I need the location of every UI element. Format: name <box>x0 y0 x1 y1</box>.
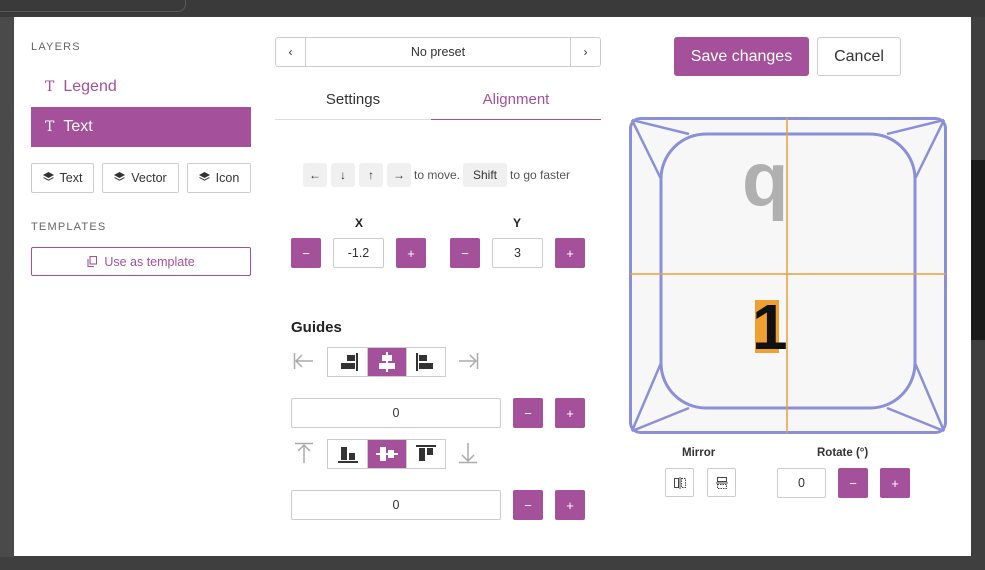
rotate-label: Rotate (°) <box>817 447 869 459</box>
vertical-guide-increment-button[interactable]: + <box>555 490 585 520</box>
align-bottom-edge-icon[interactable] <box>455 440 481 466</box>
preset-label[interactable]: No preset <box>306 38 570 66</box>
y-label: Y <box>513 216 522 230</box>
cancel-button[interactable]: Cancel <box>817 37 901 76</box>
rotate-increment-button[interactable]: + <box>880 468 910 498</box>
use-as-template-button[interactable]: Use as template <box>31 247 251 276</box>
x-decrement-button[interactable]: − <box>291 238 321 268</box>
move-hint-text: to move. <box>414 168 461 182</box>
vertical-guide-input[interactable]: 0 <box>291 490 501 520</box>
layers-icon <box>42 171 54 185</box>
add-vector-layer-button[interactable]: Vector <box>102 163 179 193</box>
align-left-edge-icon[interactable] <box>291 348 317 374</box>
rotate-input[interactable]: 0 <box>777 468 826 498</box>
templates-section-label: TEMPLATES <box>31 221 107 233</box>
arrow-down-key: ↓ <box>331 163 355 187</box>
add-icon-layer-button[interactable]: Icon <box>187 163 251 193</box>
keycap-main-legend: 1 <box>752 291 788 363</box>
y-decrement-button[interactable]: − <box>450 238 480 268</box>
horizontal-guide-decrement-button[interactable]: − <box>513 398 543 428</box>
layers-icon <box>198 171 210 185</box>
layer-editor-modal: LAYERS T Legend T Text Text Vector Icon … <box>14 17 971 556</box>
add-icon-layer-label: Icon <box>215 171 240 185</box>
shift-key: Shift <box>463 163 507 187</box>
add-text-layer-button[interactable]: Text <box>31 163 94 193</box>
rotate-decrement-button[interactable]: − <box>838 468 868 498</box>
layer-item-label: Text <box>63 118 93 135</box>
align-right-edge-icon[interactable] <box>455 348 481 374</box>
align-bottom-button[interactable] <box>328 440 367 468</box>
align-right-button[interactable] <box>328 348 367 376</box>
mirror-label: Mirror <box>682 447 716 459</box>
backdrop-right <box>971 160 985 340</box>
arrow-right-key: → <box>387 163 411 187</box>
layer-item-text[interactable]: T Text <box>31 107 251 147</box>
preset-selector: ‹ No preset › <box>275 37 601 67</box>
keycap-top-legend: q <box>742 137 789 222</box>
layers-icon <box>114 171 126 185</box>
flip-horizontal-icon <box>673 476 686 489</box>
preset-next-button[interactable]: › <box>570 38 600 66</box>
align-center-button[interactable] <box>367 348 406 376</box>
add-text-layer-label: Text <box>59 171 83 185</box>
use-as-template-label: Use as template <box>104 254 195 269</box>
arrow-up-key: ↑ <box>359 163 383 187</box>
layer-item-label: Legend <box>63 78 117 95</box>
align-top-edge-icon[interactable] <box>291 440 317 466</box>
mirror-vertical-button[interactable] <box>707 468 736 497</box>
x-increment-button[interactable]: + <box>396 238 426 268</box>
arrow-left-key: ← <box>303 163 327 187</box>
align-left-button[interactable] <box>406 348 445 376</box>
y-increment-button[interactable]: + <box>555 238 585 268</box>
preset-prev-button[interactable]: ‹ <box>276 38 306 66</box>
copy-icon <box>87 256 98 267</box>
backdrop-tab <box>0 0 186 12</box>
align-middle-button[interactable] <box>367 440 406 468</box>
horizontal-guide-increment-button[interactable]: + <box>555 398 585 428</box>
tab-alignment[interactable]: Alignment <box>431 79 601 120</box>
layer-item-legend[interactable]: T Legend <box>31 67 251 107</box>
vertical-align-group <box>327 439 446 469</box>
guides-title: Guides <box>291 319 342 336</box>
horizontal-guide-input[interactable]: 0 <box>291 398 501 428</box>
save-changes-button[interactable]: Save changes <box>674 37 809 76</box>
x-input[interactable]: -1.2 <box>333 238 384 268</box>
layers-section-label: LAYERS <box>31 41 81 53</box>
align-top-button[interactable] <box>406 440 445 468</box>
add-vector-layer-label: Vector <box>131 171 167 185</box>
y-input[interactable]: 3 <box>492 238 543 268</box>
text-type-icon: T <box>45 119 55 135</box>
faster-hint-text: to go faster <box>510 168 571 182</box>
keycap-preview[interactable]: q 1 <box>629 117 947 435</box>
horizontal-align-group <box>327 347 446 377</box>
flip-vertical-icon <box>715 476 728 489</box>
mirror-horizontal-button[interactable] <box>665 468 694 497</box>
text-type-icon: T <box>45 79 55 95</box>
x-label: X <box>355 216 364 230</box>
tab-settings[interactable]: Settings <box>275 79 431 120</box>
backdrop-left <box>0 17 14 557</box>
vertical-guide-decrement-button[interactable]: − <box>513 490 543 520</box>
